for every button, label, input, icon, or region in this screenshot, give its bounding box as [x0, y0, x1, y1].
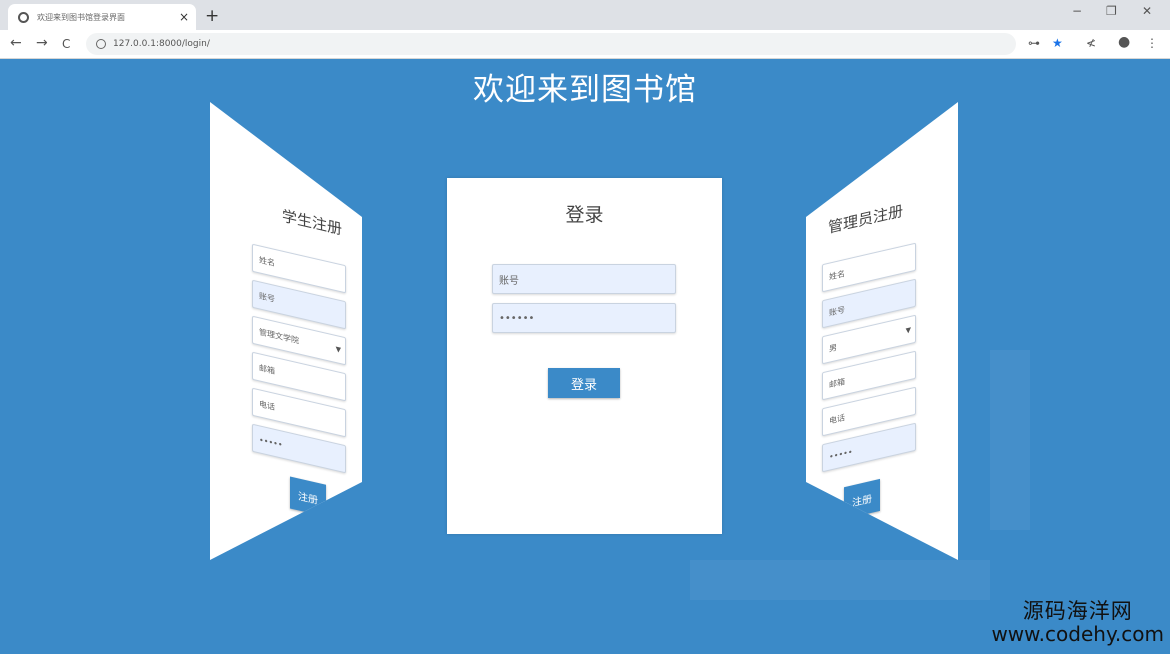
reload-icon[interactable]: C — [62, 37, 70, 51]
tab-title: 欢迎来到图书馆登录界面 — [37, 12, 125, 22]
student-register-button[interactable]: 注册 — [290, 476, 326, 517]
admin-register-title: 管理员注册 — [828, 201, 904, 237]
bookmark-star-icon[interactable]: ★ — [1052, 36, 1063, 50]
page-title: 欢迎来到图书馆 — [473, 72, 697, 108]
login-panel: 登录 账号 •••••• 登录 — [447, 178, 722, 534]
login-title: 登录 — [565, 204, 604, 226]
student-register-content: 学生注册 姓名 账号 管理文学院 ▼ 邮箱 电话 ••••• 注册 — [210, 102, 362, 560]
admin-register-content: 管理员注册 姓名 账号 男 ▼ 邮箱 电话 ••••• 注册 — [806, 102, 958, 560]
student-register-panel: 学生注册 姓名 账号 管理文学院 ▼ 邮箱 电话 ••••• 注册 — [210, 102, 362, 560]
browser-chrome: 欢迎来到图书馆登录界面 × + − ❐ ✕ ← → C 127.0.0.1:80… — [0, 0, 1170, 59]
tab-close-icon[interactable]: × — [176, 10, 192, 24]
chevron-down-icon: ▼ — [905, 325, 911, 336]
restore-icon[interactable]: ❐ — [1106, 4, 1117, 18]
address-bar[interactable]: 127.0.0.1:8000/login/ — [86, 33, 1016, 55]
admin-gender-value: 男 — [829, 342, 837, 354]
chevron-down-icon: ▼ — [335, 344, 341, 355]
student-register-title: 学生注册 — [282, 206, 343, 239]
key-icon[interactable]: ⊶ — [1028, 36, 1040, 50]
profile-icon[interactable]: ● — [1118, 34, 1130, 50]
password-input[interactable]: •••••• — [492, 303, 676, 333]
info-icon[interactable] — [96, 39, 106, 49]
close-window-icon[interactable]: ✕ — [1142, 4, 1152, 18]
background-decoration — [990, 350, 1030, 530]
menu-icon[interactable]: ⋮ — [1146, 36, 1158, 50]
back-icon[interactable]: ← — [10, 35, 22, 51]
login-button[interactable]: 登录 — [548, 368, 620, 398]
new-tab-icon[interactable]: + — [205, 6, 219, 26]
watermark: 源码海洋网 www.codehy.com — [991, 599, 1164, 646]
admin-register-panel: 管理员注册 姓名 账号 男 ▼ 邮箱 电话 ••••• 注册 — [806, 102, 958, 560]
minimize-icon[interactable]: − — [1072, 4, 1082, 18]
url-text: 127.0.0.1:8000/login/ — [113, 39, 210, 49]
forward-icon[interactable]: → — [36, 35, 48, 51]
student-college-value: 管理文学院 — [259, 326, 299, 346]
browser-toolbar: ← → C 127.0.0.1:8000/login/ ⊶ ★ ≮ ● ⋮ — [0, 30, 1170, 58]
tab-strip: 欢迎来到图书馆登录界面 × + − ❐ ✕ — [0, 0, 1170, 30]
extension-icon[interactable]: ≮ — [1086, 36, 1096, 50]
globe-icon — [18, 11, 29, 23]
background-decoration — [690, 560, 990, 600]
browser-tab[interactable]: 欢迎来到图书馆登录界面 × — [8, 4, 196, 30]
username-input[interactable]: 账号 — [492, 264, 676, 294]
watermark-url: www.codehy.com — [991, 622, 1164, 646]
admin-register-button[interactable]: 注册 — [844, 478, 880, 520]
watermark-cn: 源码海洋网 — [1022, 598, 1133, 623]
